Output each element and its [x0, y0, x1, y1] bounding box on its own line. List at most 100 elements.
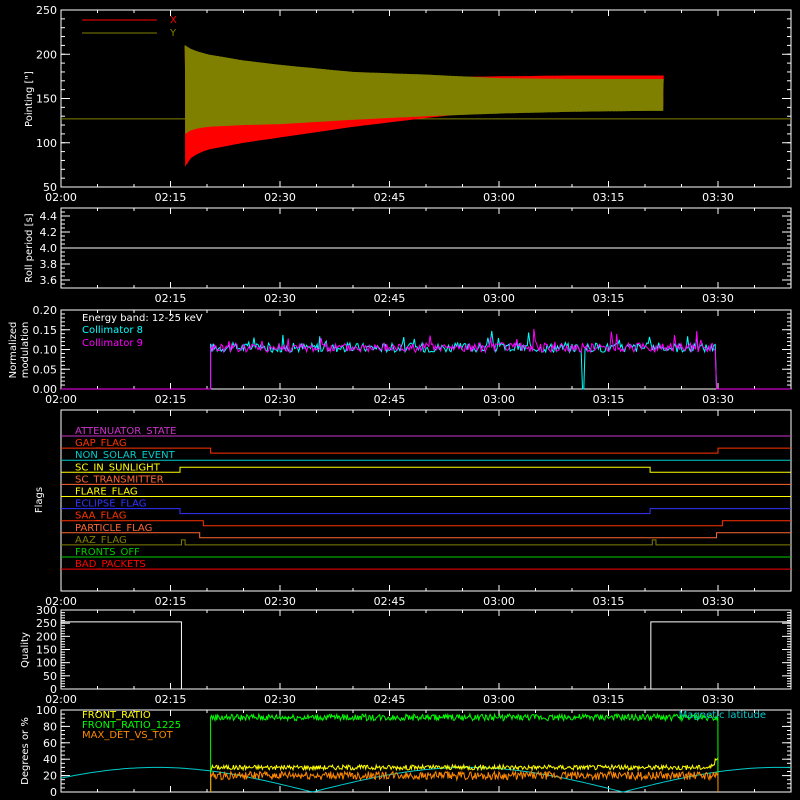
front-series-1 — [210, 712, 719, 793]
y-tick-label: 250 — [36, 617, 57, 630]
flag-label: ATTENUATOR_STATE — [75, 426, 176, 437]
legend-collimator9: Collimator 9 — [82, 338, 143, 349]
x-tick-label: 03:15 — [593, 191, 625, 204]
modulation-ylabel-line1: Normalized — [8, 322, 19, 379]
quality-panel: 02:00 02:15 02:30 02:45 03:00 03:15 03:3005010… — [20, 604, 792, 706]
x-tick-label: 02:45 — [374, 595, 406, 608]
y-tick-label: 50 — [43, 670, 57, 683]
x-tick-label: 03:15 — [593, 292, 625, 305]
roll-period-panel: 02:15 02:30 02:45 03:00 03:15 03:30 3.6 3.8 4.0 4… — [24, 207, 792, 305]
x-tick-label: 02:30 — [264, 693, 296, 706]
legend-x-label: X — [170, 15, 177, 26]
y-tick-label: 0.10 — [33, 344, 58, 357]
x-tick-label: 02:45 — [374, 191, 406, 204]
front-ratio-ylabel: Degrees or % — [20, 717, 31, 785]
y-tick-label: 250 — [36, 4, 57, 17]
modulation-ylabel-line2: modulation — [20, 322, 31, 379]
x-tick-label: 02:15 — [155, 393, 187, 406]
front-ratio-panel: 020406080100 Degrees or % FRONT_RATIO FR… — [20, 704, 792, 799]
modulation-series-8 — [61, 330, 791, 390]
quality-line — [61, 621, 791, 690]
pointing-ylabel: Pointing ["] — [24, 71, 35, 127]
y-tick-label: 20 — [43, 770, 57, 783]
x-tick-label: 02:30 — [264, 292, 296, 305]
y-tick-label: 300 — [36, 604, 57, 617]
flag-line — [61, 508, 791, 515]
flag-label: GAP_FLAG — [75, 438, 127, 449]
flag-line — [61, 466, 791, 473]
flag-label: BAD_PACKETS — [75, 559, 146, 570]
quality-ylabel: Quality — [20, 632, 31, 668]
x-tick-label: 02:15 — [155, 693, 187, 706]
flag-line — [61, 532, 791, 539]
y-tick-label: 150 — [36, 93, 57, 106]
y-tick-label: 200 — [36, 48, 57, 61]
x-tick-label: 03:15 — [593, 393, 625, 406]
x-tick-label: 02:30 — [264, 595, 296, 608]
legend-max-det: MAX_DET_VS_TOT — [82, 730, 174, 741]
legend-y-label: Y — [169, 28, 177, 39]
flag-label: PARTICLE_FLAG — [75, 523, 152, 534]
y-tick-label: 3.8 — [40, 258, 58, 271]
x-tick-label: 03:00 — [483, 595, 515, 608]
x-tick-label: 02:30 — [264, 393, 296, 406]
y-tick-label: 4.0 — [40, 242, 58, 255]
y-tick-label: 0.05 — [33, 363, 58, 376]
flags-panel: 02:00 02:15 02:30 02:45 03:00 03:15 03:30 ATTE… — [34, 409, 792, 608]
flag-line — [61, 539, 791, 546]
y-tick-label: 50 — [43, 181, 57, 194]
legend-collimator8: Collimator 8 — [82, 325, 143, 336]
flag-line — [61, 520, 791, 527]
x-tick-label: 02:45 — [374, 292, 406, 305]
x-tick-label: 03:30 — [702, 595, 734, 608]
front-series-2 — [210, 769, 719, 793]
y-tick-label: 0.20 — [33, 304, 58, 317]
y-tick-label: 0 — [50, 683, 57, 696]
y-tick-label: 200 — [36, 630, 57, 643]
y-tick-label: 4.4 — [40, 210, 58, 223]
x-tick-label: 03:00 — [483, 292, 515, 305]
x-tick-label: 02:45 — [374, 693, 406, 706]
flag-label: FRONTS_OFF — [75, 547, 140, 558]
x-tick-label: 02:30 — [264, 191, 296, 204]
x-tick-label: 03:30 — [702, 393, 734, 406]
x-tick-label: 03:30 — [702, 191, 734, 204]
x-tick-label: 02:15 — [155, 292, 187, 305]
flags-frame — [60, 409, 792, 592]
energy-band-annotation: Energy band: 12-25 keV — [82, 313, 203, 324]
x-tick-label: 02:15 — [155, 191, 187, 204]
rhessi-quicklook-chart: 02:00 02:15 02:30 02:45 03:00 03:15 03:3050100… — [8, 4, 792, 799]
flag-label: SAA_FLAG — [75, 511, 126, 522]
y-tick-label: 60 — [43, 737, 57, 750]
pointing-panel: 02:00 02:15 02:30 02:45 03:00 03:15 03:3050100… — [24, 4, 792, 204]
flag-label: SC_IN_SUNLIGHT — [75, 462, 161, 473]
x-tick-label: 03:30 — [702, 693, 734, 706]
x-tick-label: 03:00 — [483, 693, 515, 706]
y-tick-label: 150 — [36, 644, 57, 657]
x-tick-label: 02:15 — [155, 595, 187, 608]
flags-ylabel: Flags — [34, 487, 45, 513]
y-tick-label: 0.00 — [33, 383, 58, 396]
x-tick-label: 03:00 — [483, 191, 515, 204]
y-tick-label: 100 — [36, 704, 57, 717]
flag-label: ECLIPSE_FLAG — [75, 499, 146, 510]
x-tick-label: 02:45 — [374, 393, 406, 406]
flag-label: NON_SOLAR_EVENT — [75, 450, 176, 461]
x-tick-label: 03:15 — [593, 693, 625, 706]
flag-label: FLARE_FLAG — [75, 487, 138, 498]
y-tick-label: 100 — [36, 657, 57, 670]
legend-magnetic-latitude: Magnetic latitude — [679, 710, 766, 721]
modulation-series-9 — [61, 328, 791, 390]
y-tick-label: 40 — [43, 753, 57, 766]
roll-ylabel: Roll period [s] — [24, 213, 35, 282]
modulation-panel: 02:00 02:15 02:30 02:45 03:00 03:15 03:300.000… — [8, 304, 792, 406]
x-tick-label: 03:15 — [593, 595, 625, 608]
y-tick-label: 0.15 — [33, 324, 58, 337]
y-tick-label: 100 — [36, 137, 57, 150]
y-tick-label: 4.2 — [40, 226, 58, 239]
x-tick-label: 03:00 — [483, 393, 515, 406]
flag-label: SC_TRANSMITTER — [75, 474, 164, 485]
y-tick-label: 80 — [43, 720, 57, 733]
y-tick-label: 3.6 — [40, 274, 58, 287]
y-tick-label: 0 — [50, 786, 57, 799]
